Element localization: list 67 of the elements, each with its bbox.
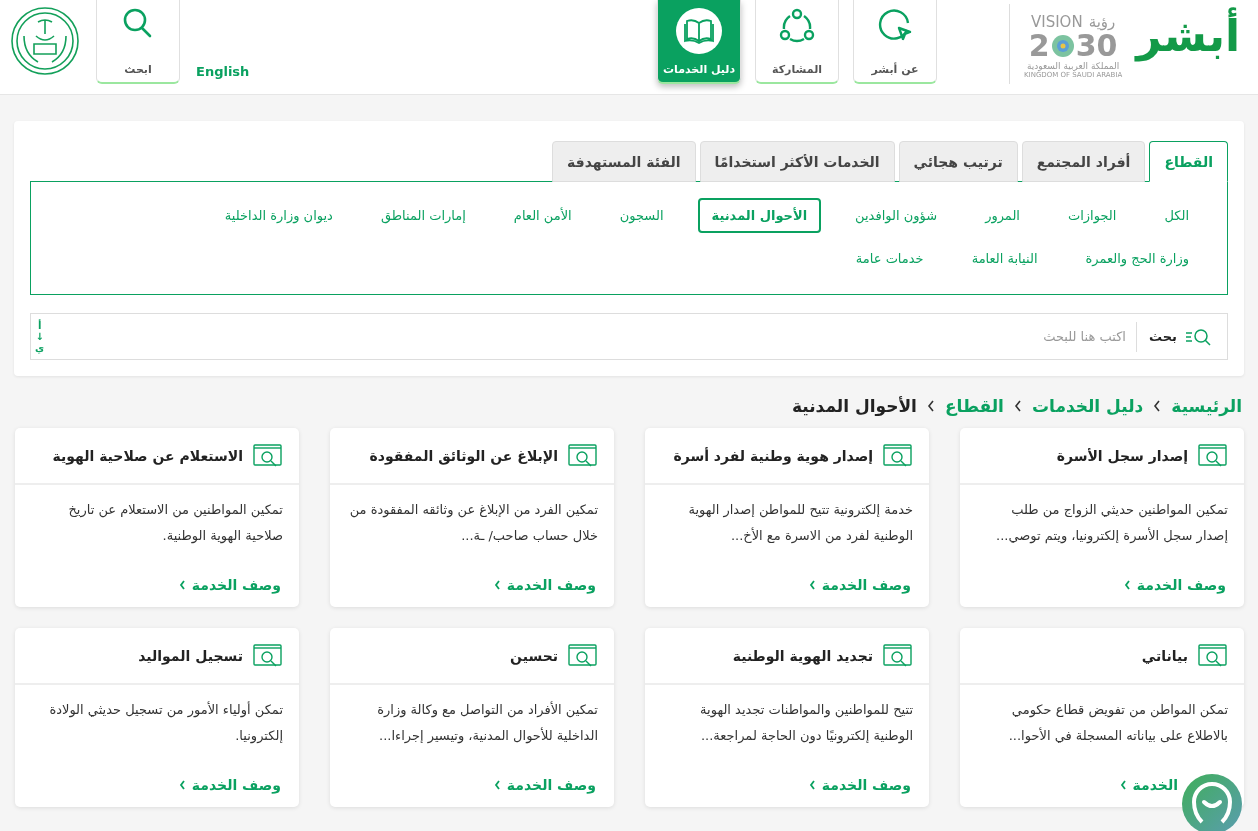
search-button[interactable]: ابحث [96, 0, 180, 84]
breadcrumb-link[interactable]: القطاع [944, 396, 1004, 416]
service-description: تمكين المواطنين من الاستعلام عن تاريخ صلاحية الهوية الوطنية. [67, 501, 284, 546]
chat-bot-icon [1192, 782, 1232, 826]
chevron-icon [493, 580, 501, 590]
chevron-icon [926, 400, 935, 412]
service-details-link[interactable]: وصف الخدمة [178, 577, 281, 593]
category-tab[interactable]: الفئة المستهدفة [552, 141, 696, 182]
service-search-icon [883, 643, 913, 668]
chevron-icon [493, 780, 501, 790]
nav-tab[interactable]: عن أبشر [853, 0, 938, 84]
service-search-icon [1198, 443, 1228, 468]
service-search-icon [1198, 643, 1228, 668]
chevron-icon [1153, 400, 1162, 412]
service-description: تمكن المواطن من تفويض قطاع حكومي بالاطلاع على بياناته المسجلة في الأحوا... [1007, 701, 1229, 746]
emblem-logo [10, 6, 80, 76]
nav-tab[interactable]: دليل الخدمات [657, 0, 742, 84]
book-icon [676, 8, 723, 54]
service-details-link[interactable]: وصف الخدمة [493, 577, 596, 593]
service-description: تتيح للمواطنين والمواطنات تجديد الهوية الوطنية إلكترونيًا دون الحاجة لمراجعة... [699, 701, 914, 746]
category-tab[interactable]: ترتيب هجائي [898, 141, 1018, 182]
chevron-icon [1123, 580, 1131, 590]
service-search-icon [883, 443, 913, 468]
sort-toggle[interactable]: أ ↓ ي [31, 320, 49, 353]
service-title: الاستعلام عن صلاحية الهوية [52, 447, 243, 464]
service-title: بياناتي [1141, 647, 1188, 664]
category-tab[interactable]: الخدمات الأكثر استخدامًا [699, 141, 895, 182]
chevron-icon [808, 780, 816, 790]
service-description: تمكين الأفراد من التواصل مع وكالة وزارة الداخلية للأحوال المدنية، وتيسير إجراءا... [376, 700, 599, 746]
language-link[interactable]: English [196, 64, 250, 79]
chevron-icon [1013, 400, 1022, 412]
service-search-icon [568, 643, 598, 668]
category-tab[interactable]: أفراد المجتمع [1021, 141, 1146, 182]
service-title: إصدار هوية وطنية لفرد أسرة [673, 447, 873, 464]
breadcrumb-link[interactable]: دليل الخدمات [1031, 396, 1144, 416]
service-description: تمكين المواطنين حديثي الزواج من طلب إصدار سجل الأسرة إلكترونيا، ويتم توصي... [995, 501, 1229, 546]
service-description: تمكين الفرد من الإبلاغ عن وثائقه المفقودة من خلال حساب صاحب/ ـة... [348, 501, 599, 545]
service-title: الإبلاغ عن الوثائق المفقودة [369, 447, 558, 464]
service-details-link[interactable]: وصف الخدمة [808, 777, 911, 793]
search-field[interactable]: بحث اكتب هنا للبحث أ ↓ ي [30, 313, 1228, 360]
chevron-icon [1119, 780, 1127, 790]
search-icon [123, 8, 153, 40]
nav-tab[interactable]: المشاركة [755, 0, 840, 84]
chevron-icon [808, 580, 816, 590]
share-icon [779, 8, 816, 44]
service-title: تجديد الهوية الوطنية [732, 647, 873, 664]
service-description: خدمة إلكترونية تتيح للمواطن إصدار الهوية الوطنية لفرد من الاسرة مع الأخ... [687, 501, 914, 546]
breadcrumb-link[interactable]: الرئيسية [1171, 396, 1242, 416]
service-details-link[interactable]: الخدمة [1119, 777, 1178, 793]
service-search-icon [253, 643, 283, 668]
service-title: إصدار سجل الأسرة [1056, 447, 1188, 464]
chat-button[interactable] [1182, 774, 1242, 831]
service-details-link[interactable]: وصف الخدمة [493, 777, 596, 793]
service-details-link[interactable]: وصف الخدمة [1123, 577, 1226, 593]
service-search-icon [568, 443, 598, 468]
service-description: تمكن أولياء الأمور من تسجيل حديثي الولادة إلكترونيا. [48, 700, 284, 746]
chevron-icon [178, 580, 186, 590]
service-details-link[interactable]: وصف الخدمة [808, 577, 911, 593]
service-details-link[interactable]: وصف الخدمة [178, 777, 281, 793]
service-search-icon [253, 443, 283, 468]
service-title: تحسين [510, 647, 558, 664]
sector-filter[interactable]: الأحوال المدنية [697, 198, 822, 233]
chevron-icon [178, 780, 186, 790]
breadcrumb-link[interactable]: الأحوال المدنية [791, 396, 917, 416]
service-title: تسجيل المواليد [138, 647, 243, 664]
search-icon [1185, 326, 1213, 347]
category-tab[interactable]: القطاع [1149, 141, 1228, 182]
